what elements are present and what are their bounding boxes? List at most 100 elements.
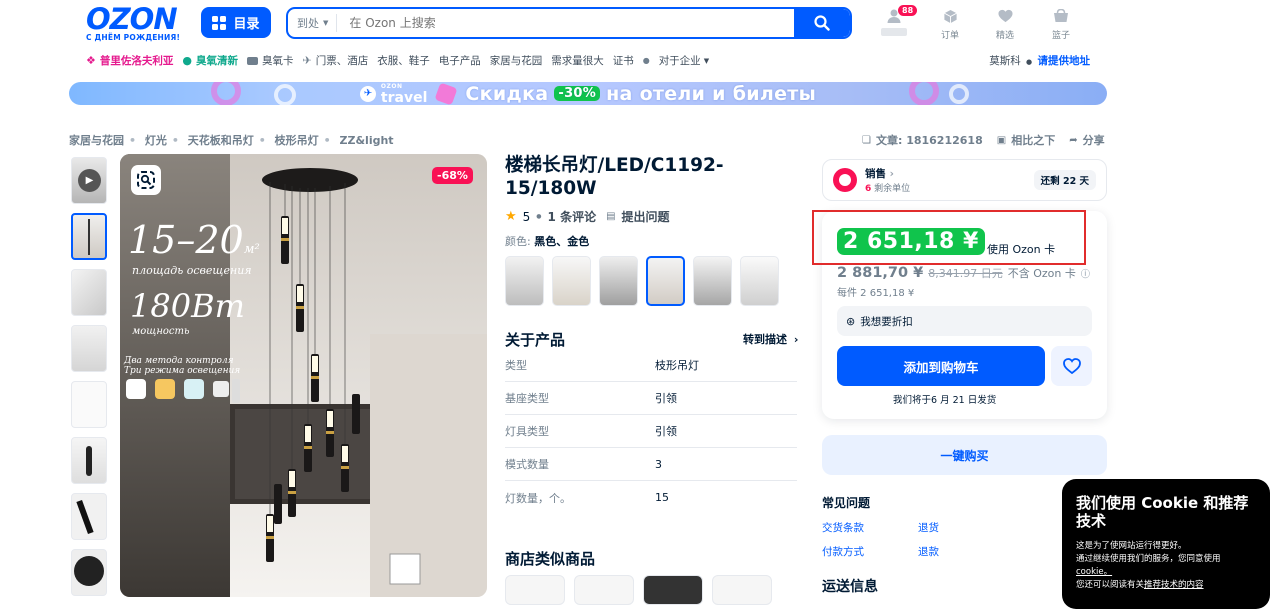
play-icon: ▶ [78, 169, 101, 192]
share-button[interactable]: ➦ 分享 [1069, 132, 1104, 148]
article-number[interactable]: ❏ 文章: 1816212618 [862, 132, 983, 148]
product-title: 楼梯长吊灯/LED/C1192-15/180W [505, 155, 724, 199]
seller-card[interactable]: 销售 › 6 剩余单位 还剩 22 天 [822, 159, 1107, 201]
nav-item-fresh[interactable]: ● 臭氧清新 [182, 53, 238, 68]
catalog-button[interactable]: 目录 [201, 7, 271, 38]
nav-item-points[interactable]: ❖ 普里佐洛夫利亚 [86, 53, 173, 68]
info-icon[interactable]: ⓘ [1081, 267, 1090, 280]
similar-product-card[interactable] [574, 575, 634, 605]
nav-item-certificates[interactable]: 证书 [613, 53, 634, 68]
reviews-link[interactable]: 1 条评论 [548, 208, 597, 225]
faq-link-returns[interactable]: 退货 [918, 520, 939, 535]
variant-swatch[interactable] [740, 256, 779, 306]
breadcrumb-item[interactable]: 枝形吊灯 [275, 134, 319, 147]
remote-icon [213, 381, 229, 397]
thumbnail-video[interactable]: ▶ [71, 157, 107, 204]
promo-power-caption: мощность [132, 326, 190, 337]
nav-item-electronics[interactable]: 电子产品 [439, 53, 481, 68]
thumbnail-image[interactable] [71, 437, 107, 484]
compare-button[interactable]: ▣ 相比之下 [997, 132, 1055, 148]
shipping-date: 我们将于6 月 21 日发货 [893, 395, 997, 406]
recommendations-link[interactable]: 推荐技术的内容 [1144, 580, 1204, 590]
variant-swatch-selected[interactable] [646, 256, 685, 306]
card-icon [246, 56, 258, 65]
variant-swatch[interactable] [505, 256, 544, 306]
regular-price-row: 2 881,70 ¥ 8,341.97 日元 不含 Ozon 卡 ⓘ [837, 265, 1090, 281]
cart-link[interactable]: 篮子 [1038, 8, 1084, 41]
spec-row: 灯具类型 引领 [505, 415, 797, 448]
chevron-right-icon: › [889, 168, 894, 180]
about-heading: 关于产品 [505, 331, 566, 349]
banner-decoration [211, 82, 241, 105]
variant-swatch[interactable] [552, 256, 591, 306]
nav-item-popular[interactable]: 需求量很大 [551, 53, 604, 68]
variant-swatch[interactable] [599, 256, 638, 306]
nav-item-travel[interactable]: ✈ 门票、酒店 [302, 53, 368, 68]
cookie-link[interactable]: cookie。 [1076, 567, 1112, 577]
similar-products-list [505, 575, 772, 605]
star-icon: ★ [505, 209, 517, 224]
similar-product-card[interactable] [712, 575, 772, 605]
variant-swatch[interactable] [693, 256, 732, 306]
promo-banner[interactable]: ✈ OZON travel Скидка -30% на отели и бил… [69, 82, 1107, 105]
profile-link[interactable]: 88 [871, 5, 918, 36]
faq-link-delivery[interactable]: 交货条款 [822, 520, 864, 535]
variant-swatches [505, 256, 779, 306]
banner-decoration [434, 82, 458, 105]
address-link[interactable]: 请提供地址 [1038, 55, 1091, 67]
orders-link[interactable]: 订单 [927, 8, 973, 41]
thumbnail-image[interactable] [71, 493, 107, 540]
ozon-logo[interactable]: OZON С ДНЁМ РОЖДЕНИЯ! [86, 5, 190, 43]
cart-icon [1052, 8, 1070, 24]
nav-item-business[interactable]: 对于企业 ▼ [659, 53, 709, 68]
search-button[interactable] [794, 9, 850, 37]
delivery-address[interactable]: 莫斯科 ● 请提供地址 [989, 53, 1090, 68]
faq-link-refund[interactable]: 退款 [918, 544, 939, 559]
spec-row: 基座类型 引领 [505, 382, 797, 415]
banner-decoration [909, 82, 939, 105]
buy-one-click-button[interactable]: 一键购买 [822, 435, 1107, 475]
box-icon [941, 8, 959, 24]
request-discount-button[interactable]: ⊛ 我想要折扣 [837, 306, 1092, 336]
ask-question-link[interactable]: 提出问题 [622, 208, 670, 225]
search-input[interactable] [337, 16, 794, 30]
gift-icon: ❖ [86, 54, 96, 67]
nav-item-card[interactable]: 臭氧卡 [246, 53, 293, 68]
faq-link-payment[interactable]: 付款方式 [822, 544, 864, 559]
breadcrumb-item[interactable]: 家居与花园 [69, 134, 124, 147]
similar-product-card[interactable] [643, 575, 703, 605]
go-to-description-link[interactable]: 转到描述 › [743, 331, 798, 347]
nav-item-clothes[interactable]: 衣服、鞋子 [377, 53, 430, 68]
chat-percent-icon: ⊛ [846, 314, 856, 328]
thumbnail-image[interactable] [71, 549, 107, 596]
search-scope-select[interactable]: 到处 ▼ [288, 14, 338, 32]
breadcrumb-item[interactable]: 天花板和吊灯 [188, 134, 254, 147]
spec-row: 灯数量，个。 15 [505, 491, 669, 505]
thumbnail-image[interactable] [71, 213, 107, 260]
share-icon: ➦ [1069, 134, 1078, 146]
product-meta: ❏ 文章: 1816212618 ▣ 相比之下 ➦ 分享 [862, 132, 1105, 148]
promo-modes: Два метода контроля [124, 356, 234, 366]
profile-name-blurred [881, 28, 907, 36]
similar-product-card[interactable] [505, 575, 565, 605]
thumbnail-image[interactable] [71, 381, 107, 428]
plane-icon: ✈ [302, 54, 312, 67]
breadcrumb-item[interactable]: ZZ&light [340, 134, 394, 147]
heart-icon [1062, 358, 1081, 374]
favorites-link[interactable]: 精选 [982, 8, 1028, 41]
thumbnail-image[interactable] [71, 269, 107, 316]
breadcrumb-item[interactable]: 灯光 [145, 134, 167, 147]
light-mode-swatches [126, 379, 240, 403]
rating-row: ★ 5 ● 1 条评论 ▤ 提出问题 [505, 208, 670, 225]
banner-decoration [274, 84, 296, 105]
discount-badge: -68% [432, 167, 473, 184]
thumbnail-image[interactable] [71, 325, 107, 372]
cookie-title: 我们使用 Cookie 和推荐技术 [1076, 494, 1249, 530]
add-to-cart-button[interactable]: 添加到购物车 [837, 346, 1045, 386]
favorite-button[interactable] [1051, 346, 1092, 386]
search-bar[interactable]: 到处 ▼ [286, 7, 852, 39]
nav-item-home[interactable]: 家居与花园 [490, 53, 543, 68]
product-main-image[interactable]: 15–20м² площадь освещения 180Вт мощность… [120, 154, 487, 597]
visual-search-button[interactable] [131, 165, 161, 195]
copy-icon: ❏ [862, 134, 871, 146]
